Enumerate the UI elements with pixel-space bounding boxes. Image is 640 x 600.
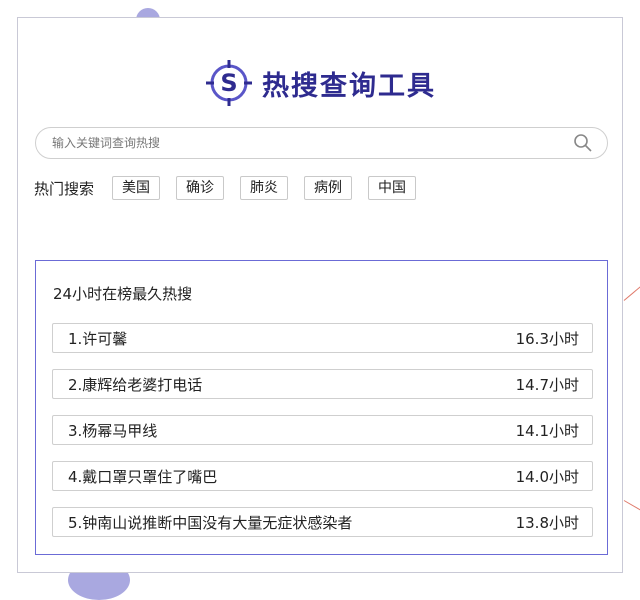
logo-letter: S	[220, 69, 237, 97]
decorative-line	[623, 500, 640, 516]
ranking-item[interactable]: 2.康辉给老婆打电话 14.7小时	[52, 369, 593, 399]
hot-tag[interactable]: 病例	[304, 176, 353, 200]
ranking-item-duration: 16.3小时	[515, 329, 579, 348]
hot-tag[interactable]: 美国	[112, 176, 161, 200]
ranking-item[interactable]: 5.钟南山说推断中国没有大量无症状感染者 13.8小时	[52, 507, 593, 537]
app-title: 热搜查询工具	[262, 70, 436, 102]
ranking-item-label: 4.戴口罩只罩住了嘴巴	[68, 467, 218, 486]
ranking-item-duration: 14.1小时	[515, 421, 579, 440]
ranking-panel: 24小时在榜最久热搜 1.许可馨 16.3小时 2.康辉给老婆打电话 14.7小…	[35, 260, 608, 555]
decorative-line	[623, 280, 640, 301]
search-input[interactable]	[50, 135, 573, 151]
ranking-item-label: 5.钟南山说推断中国没有大量无症状感染者	[68, 513, 353, 532]
hot-tag[interactable]: 确诊	[176, 176, 225, 200]
ranking-title: 24小时在榜最久热搜	[53, 285, 193, 303]
ranking-item[interactable]: 4.戴口罩只罩住了嘴巴 14.0小时	[52, 461, 593, 491]
ranking-item-duration: 14.7小时	[515, 375, 579, 394]
main-card: S 热搜查询工具 热门搜索 美国 确诊 肺炎 病例 中国 24小时在榜最久热搜 …	[17, 17, 623, 573]
ranking-item[interactable]: 1.许可馨 16.3小时	[52, 323, 593, 353]
hot-tag[interactable]: 肺炎	[240, 176, 289, 200]
hot-tag[interactable]: 中国	[368, 176, 417, 200]
search-icon[interactable]	[573, 133, 593, 153]
ranking-item-label: 3.杨幂马甲线	[68, 421, 158, 440]
hot-search-row: 热门搜索 美国 确诊 肺炎 病例 中国	[34, 175, 432, 201]
ranking-item-duration: 14.0小时	[515, 467, 579, 486]
ranking-item-label: 2.康辉给老婆打电话	[68, 375, 203, 394]
hot-search-label: 热门搜索	[34, 179, 95, 198]
target-s-logo-icon: S	[206, 60, 252, 106]
ranking-item-label: 1.许可馨	[68, 329, 128, 348]
ranking-list: 1.许可馨 16.3小时 2.康辉给老婆打电话 14.7小时 3.杨幂马甲线 1…	[52, 323, 593, 553]
search-bar[interactable]	[35, 127, 608, 159]
brand-header: S 热搜查询工具	[18, 54, 622, 112]
ranking-item[interactable]: 3.杨幂马甲线 14.1小时	[52, 415, 593, 445]
ranking-item-duration: 13.8小时	[515, 513, 579, 532]
